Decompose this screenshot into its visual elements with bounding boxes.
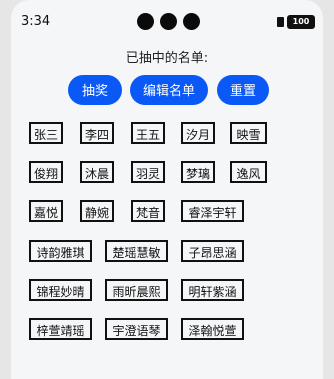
camera-dot-icon xyxy=(160,13,177,30)
reset-button[interactable]: 重置 xyxy=(217,75,269,105)
name-tag: 沐晨 xyxy=(80,161,114,183)
draw-button[interactable]: 抽奖 xyxy=(68,75,122,105)
name-tag: 李四 xyxy=(80,122,114,144)
name-tag: 明轩紫涵 xyxy=(181,279,244,301)
name-tag: 泽翰悦萱 xyxy=(181,318,244,340)
name-tag: 宇澄语琴 xyxy=(105,318,168,340)
action-buttons: 抽奖 编辑名单 重置 xyxy=(68,75,269,105)
name-tag: 逸风 xyxy=(230,161,267,183)
name-tag: 张三 xyxy=(29,122,63,144)
sim-icon xyxy=(277,17,284,27)
name-tag: 静婉 xyxy=(80,200,114,222)
name-tag: 嘉悦 xyxy=(29,200,63,222)
name-tag: 梓萱靖瑶 xyxy=(29,318,92,340)
camera-dot-icon xyxy=(137,13,154,30)
name-tag: 雨昕晨熙 xyxy=(105,279,168,301)
name-tag: 梵音 xyxy=(131,200,165,222)
name-tag: 映雪 xyxy=(230,122,267,144)
app-screen: 3:34 100 已抽中的名单: 抽奖 编辑名单 重置 张三 李四 王五 汐月 … xyxy=(11,0,323,379)
page-title: 已抽中的名单: xyxy=(125,51,209,66)
edit-list-button[interactable]: 编辑名单 xyxy=(130,75,208,105)
name-tag: 诗韵雅琪 xyxy=(29,240,92,262)
status-indicators: 100 xyxy=(277,15,315,29)
camera-dot-icon xyxy=(183,13,200,30)
name-tag: 俊翔 xyxy=(29,161,63,183)
name-tag: 羽灵 xyxy=(131,161,165,183)
camera-cutout xyxy=(137,13,200,30)
name-tag: 汐月 xyxy=(181,122,215,144)
name-tag: 楚瑶慧敏 xyxy=(105,240,168,262)
battery-icon: 100 xyxy=(287,15,315,29)
name-tag: 子昂思涵 xyxy=(181,240,244,262)
status-time: 3:34 xyxy=(21,14,51,29)
name-tag: 王五 xyxy=(131,122,165,144)
name-tag: 梦璃 xyxy=(181,161,215,183)
name-tag: 锦程妙晴 xyxy=(29,279,92,301)
status-bar: 3:34 100 xyxy=(11,0,323,44)
name-tag: 睿泽宇轩 xyxy=(181,200,244,222)
